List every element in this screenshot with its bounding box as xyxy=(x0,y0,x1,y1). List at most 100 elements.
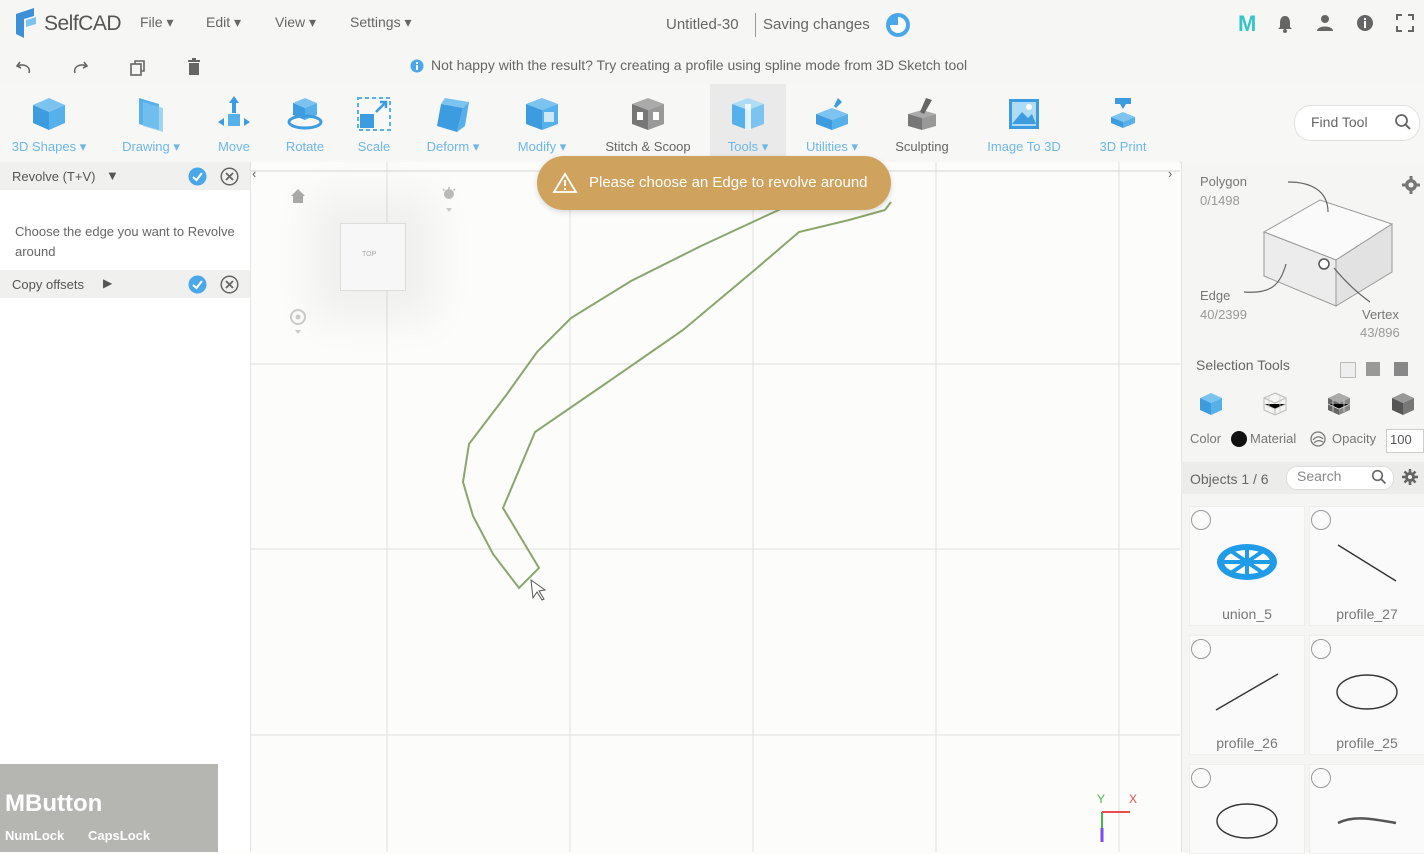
sketch-profile-path[interactable] xyxy=(461,206,886,590)
tools-menu-button[interactable]: Tools ▾ xyxy=(710,84,786,162)
selfcad-logo-icon[interactable] xyxy=(10,6,44,40)
objects-count: Objects 1 / 6 xyxy=(1190,471,1269,487)
find-tool-label: Find Tool xyxy=(1311,114,1368,130)
visibility-icon[interactable] xyxy=(1191,510,1211,530)
polygon-count: 0/1498 xyxy=(1200,193,1240,208)
curve-thumbnail-icon xyxy=(1337,817,1397,825)
line-thumbnail-icon xyxy=(1215,673,1279,711)
utilities-menu-button[interactable]: Utilities ▾ xyxy=(796,84,868,162)
objects-settings-gear-icon[interactable] xyxy=(1402,469,1418,485)
app-name: SelfCAD xyxy=(44,12,122,35)
move-icon xyxy=(218,96,250,126)
home-view-icon[interactable] xyxy=(290,188,306,204)
image-to-3d-tool-button[interactable]: Image To 3D xyxy=(976,84,1072,162)
union-thumbnail-icon xyxy=(1217,544,1277,580)
hint-message: Not happy with the result? Try creating … xyxy=(431,57,968,73)
sculpting-tool-button[interactable]: Sculpting xyxy=(884,84,960,162)
saving-spinner-icon xyxy=(886,13,910,37)
shapes-tool-button[interactable]: 3D Shapes ▾ xyxy=(0,84,98,162)
user-icon[interactable] xyxy=(1315,13,1335,33)
capslock-indicator: CapsLock xyxy=(88,828,151,843)
title-divider xyxy=(755,13,756,37)
color-label: Color xyxy=(1190,431,1222,446)
copy-offsets-title: Copy offsets xyxy=(12,277,85,292)
deform-tool-button[interactable]: Deform ▾ xyxy=(415,84,491,162)
gear-icon[interactable] xyxy=(1402,176,1420,194)
redo-icon[interactable] xyxy=(70,58,90,78)
warning-icon xyxy=(552,172,578,193)
copy-offsets-toggle-icon[interactable] xyxy=(188,275,207,294)
revolve-confirm-icon[interactable] xyxy=(188,167,207,186)
fullscreen-icon[interactable] xyxy=(1396,14,1414,32)
select-object-icon[interactable] xyxy=(1394,362,1408,376)
visibility-icon[interactable] xyxy=(1191,768,1211,788)
menu-view[interactable]: View ▾ xyxy=(275,14,316,31)
revolve-description: Choose the edge you want to Revolve arou… xyxy=(15,224,235,259)
object-card-ellipse[interactable] xyxy=(1189,764,1305,854)
undo-icon[interactable] xyxy=(14,58,34,78)
axis-x-label: X xyxy=(1129,792,1138,806)
scale-icon xyxy=(357,97,391,131)
move-tool-button[interactable]: Move xyxy=(204,84,264,162)
copy-icon[interactable] xyxy=(128,58,148,78)
selection-tools-label: Selection Tools xyxy=(1196,357,1290,373)
select-paint-icon[interactable] xyxy=(1366,362,1380,376)
vertex-count: 43/896 xyxy=(1360,325,1400,340)
modify-icon xyxy=(526,98,558,130)
document-title[interactable]: Untitled-30 xyxy=(666,16,739,33)
material-sphere-icon[interactable] xyxy=(1310,431,1326,447)
objects-search-icon[interactable] xyxy=(1371,469,1387,485)
visibility-icon[interactable] xyxy=(1311,639,1331,659)
hint-info-icon xyxy=(410,59,424,73)
solid-mode-cube-icon[interactable] xyxy=(1198,391,1224,417)
shaded-cube-icon[interactable] xyxy=(1390,391,1416,417)
mouse-cursor-icon xyxy=(530,578,547,601)
m-brand-icon[interactable]: M xyxy=(1238,11,1256,37)
stitch-scoop-tool-button[interactable]: Stitch & Scoop xyxy=(596,84,700,162)
bell-icon[interactable] xyxy=(1276,14,1294,34)
object-card-curve[interactable] xyxy=(1309,764,1424,854)
trash-icon[interactable] xyxy=(185,57,203,77)
copy-offsets-expand-icon[interactable]: ▶ xyxy=(103,276,112,290)
revolve-collapse-icon[interactable]: ▼ xyxy=(106,168,119,183)
toast-message: Please choose an Edge to revolve around xyxy=(589,174,868,191)
modify-tool-button[interactable]: Modify ▾ xyxy=(508,84,576,162)
left-panel xyxy=(0,162,251,852)
visibility-icon[interactable] xyxy=(1191,639,1211,659)
edge-label: Edge xyxy=(1200,288,1231,303)
key-overlay-title: MButton xyxy=(5,790,103,817)
revolve-cancel-icon[interactable] xyxy=(220,167,239,186)
wireframe-cube-icon[interactable] xyxy=(1262,391,1288,417)
select-box-icon[interactable] xyxy=(1340,362,1356,378)
menu-settings[interactable]: Settings ▾ xyxy=(350,14,412,31)
material-label[interactable]: Material xyxy=(1250,431,1296,446)
light-icon[interactable] xyxy=(440,186,458,218)
object-card-profile-25[interactable]: profile_25 xyxy=(1309,635,1424,755)
3d-print-tool-button[interactable]: 3D Print xyxy=(1088,84,1158,162)
mesh-cube-icon[interactable] xyxy=(1326,391,1352,417)
cube-icon xyxy=(33,98,65,130)
search-icon[interactable] xyxy=(1394,113,1412,131)
axis-y-label: Y xyxy=(1097,792,1106,806)
object-name: profile_27 xyxy=(1336,606,1398,622)
visibility-icon[interactable] xyxy=(1311,510,1331,530)
object-card-profile-27[interactable]: profile_27 xyxy=(1309,506,1424,626)
collapse-right-panel-icon[interactable]: › xyxy=(1168,166,1172,181)
object-card-profile-26[interactable]: profile_26 xyxy=(1189,635,1305,755)
save-status: Saving changes xyxy=(763,16,870,33)
menu-edit[interactable]: Edit ▾ xyxy=(206,14,241,31)
scale-tool-button[interactable]: Scale xyxy=(344,84,404,162)
view-settings-icon[interactable] xyxy=(289,308,307,338)
rotate-tool-button[interactable]: Rotate xyxy=(270,84,340,162)
opacity-value: 100 xyxy=(1390,432,1412,447)
visibility-icon[interactable] xyxy=(1311,768,1331,788)
info-icon[interactable] xyxy=(1356,14,1374,32)
color-swatch[interactable] xyxy=(1231,431,1247,447)
copy-offsets-close-icon[interactable] xyxy=(220,275,239,294)
selection-mode-diagram[interactable] xyxy=(1240,176,1400,312)
revolve-title: Revolve (T+V) xyxy=(12,169,96,184)
menu-file[interactable]: File ▾ xyxy=(140,14,173,31)
drawing-tool-button[interactable]: Drawing ▾ xyxy=(105,84,197,162)
object-card-union-5[interactable]: union_5 xyxy=(1189,506,1305,626)
collapse-left-panel-icon[interactable]: ‹ xyxy=(252,166,256,181)
